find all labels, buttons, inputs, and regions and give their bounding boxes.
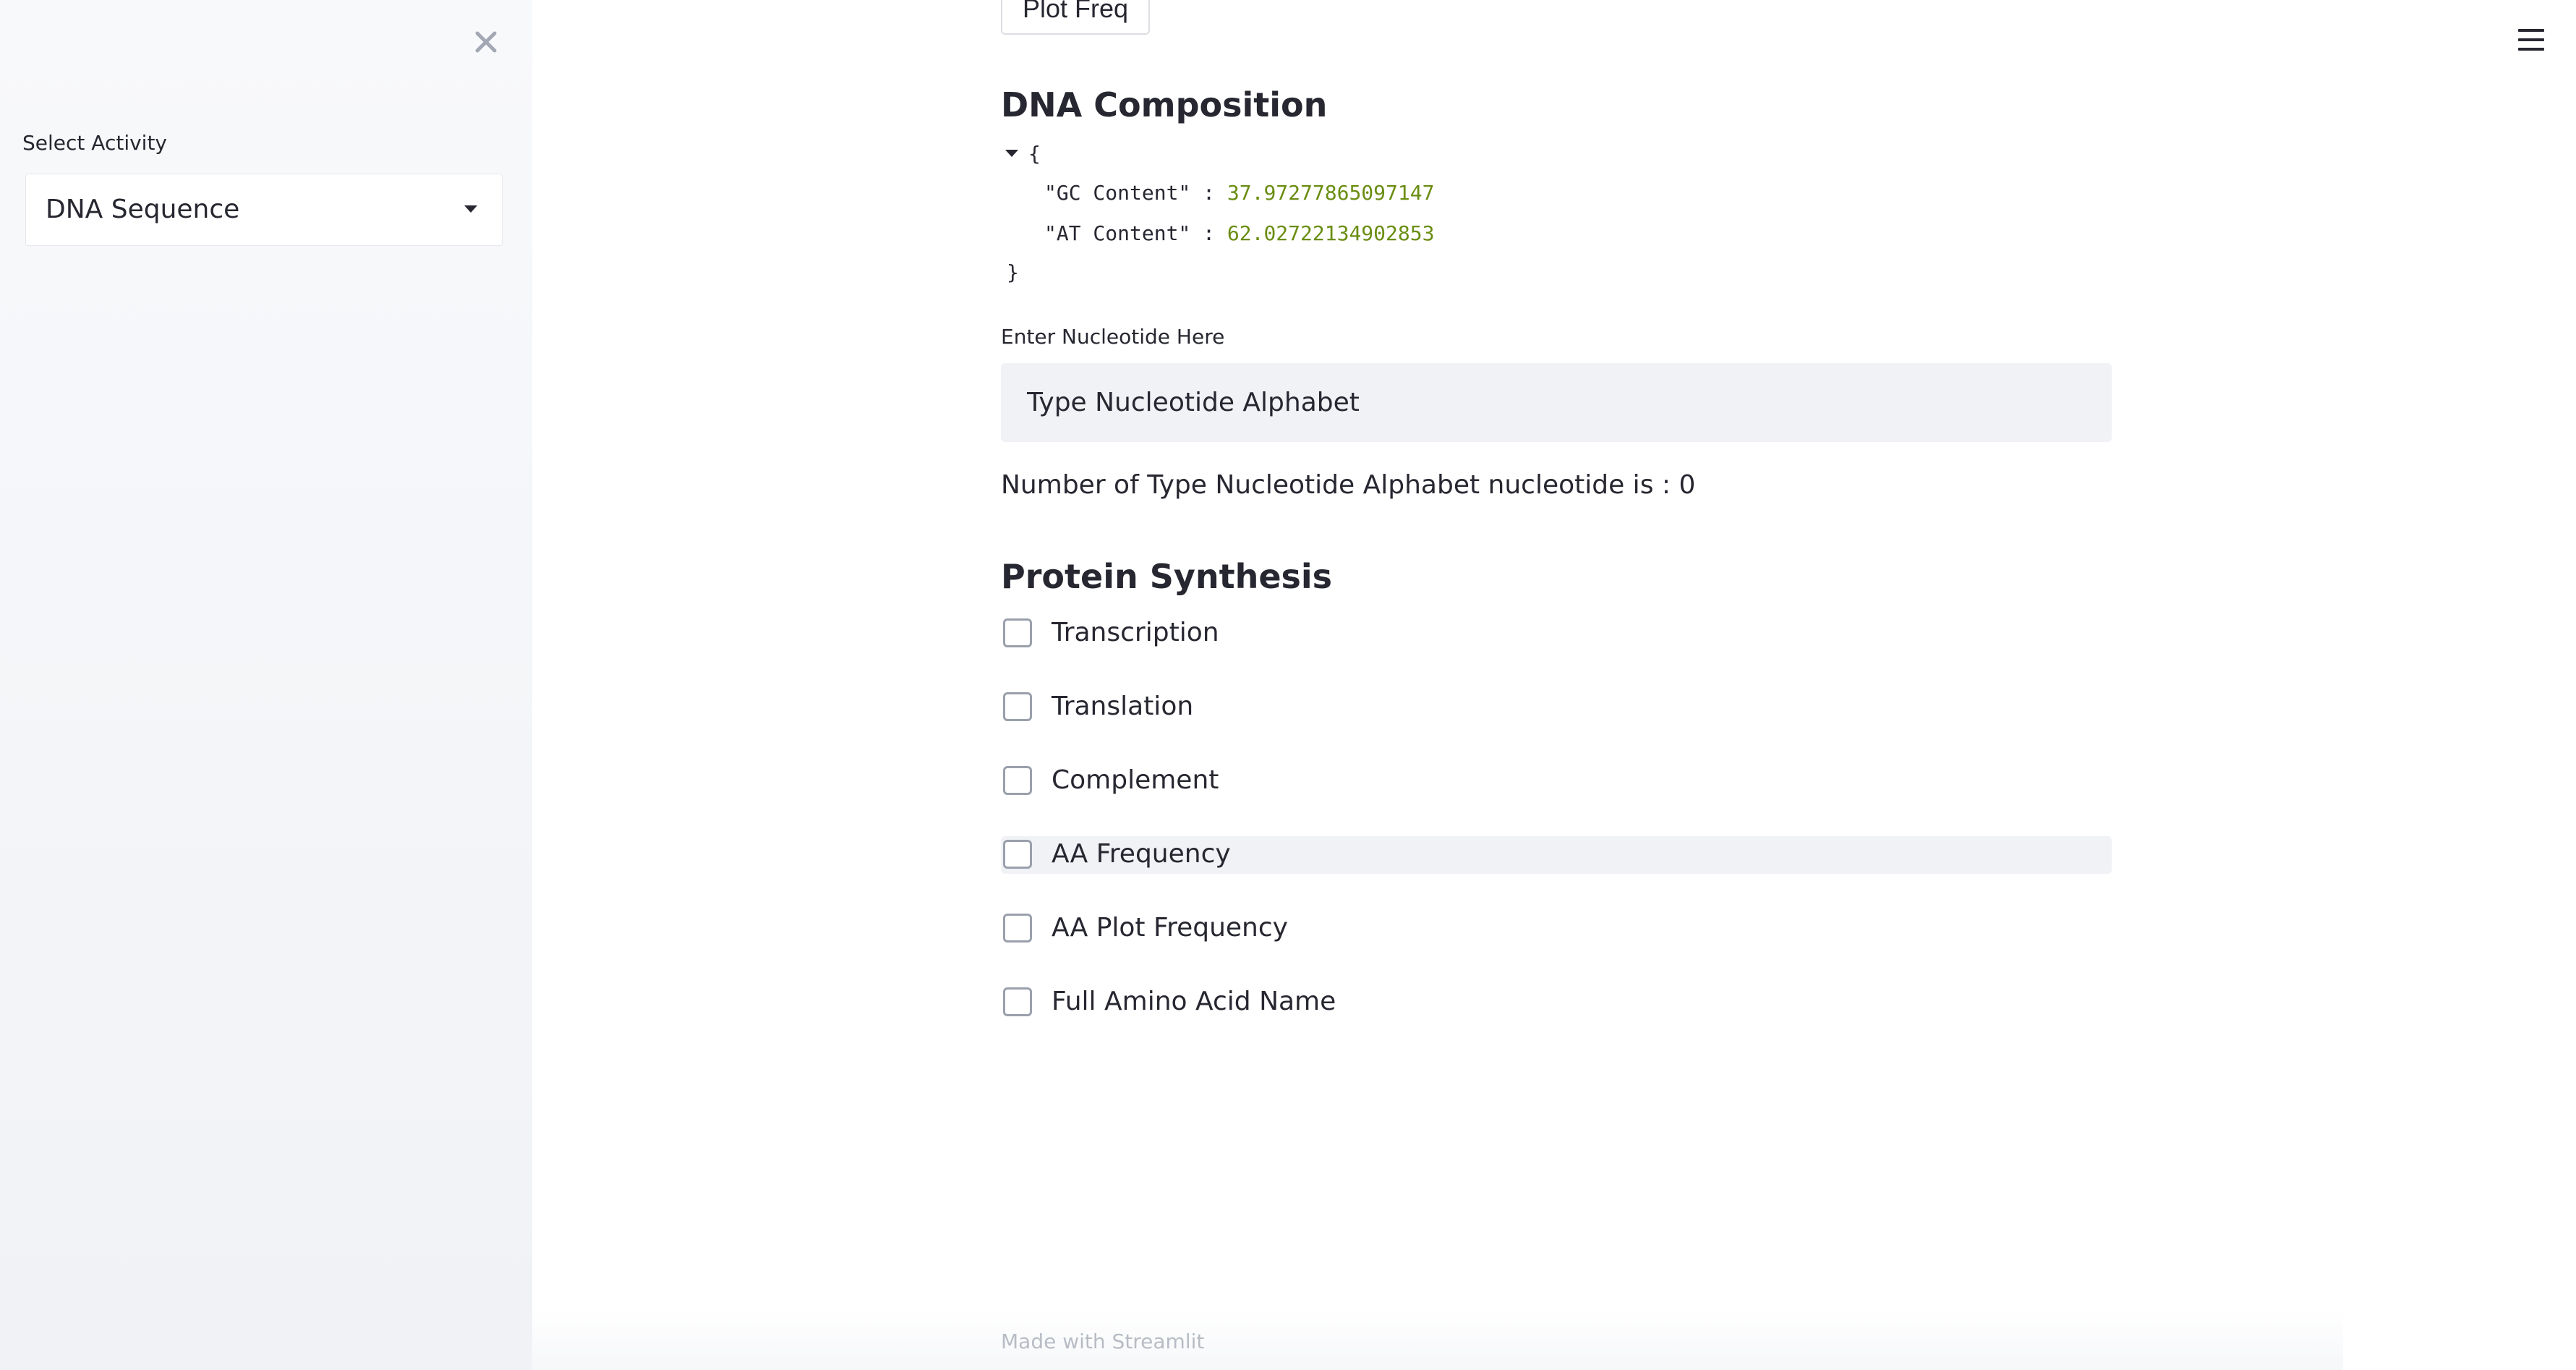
checkbox-box[interactable] xyxy=(1003,618,1032,647)
checkbox-aa-plot-frequency[interactable]: AA Plot Frequency xyxy=(1001,910,2112,948)
footer-shadow xyxy=(246,1309,2343,1370)
json-row-gc: "GC Content" : 37.97277865097147 xyxy=(1044,181,1434,205)
checkbox-label: Complement xyxy=(1052,765,1219,795)
checkbox-label: AA Plot Frequency xyxy=(1052,913,1288,943)
made-with-streamlit-link[interactable]: Made with Streamlit xyxy=(1001,1329,1204,1353)
json-value: 37.97277865097147 xyxy=(1227,181,1435,205)
plot-freq-button[interactable]: Plot Freq xyxy=(1001,0,1151,35)
json-open-brace: { xyxy=(1028,142,1041,166)
checkbox-box[interactable] xyxy=(1003,766,1032,795)
nucleotide-count-text: Number of Type Nucleotide Alphabet nucle… xyxy=(1001,470,1696,500)
checkbox-translation[interactable]: Translation xyxy=(1001,689,2112,726)
json-key: "AT Content" xyxy=(1044,221,1191,245)
checkbox-transcription[interactable]: Transcription xyxy=(1001,615,2112,652)
app-page: Select Activity DNA Sequence Plot Freq D… xyxy=(0,0,2576,1370)
select-activity-label: Select Activity xyxy=(22,131,167,155)
checkbox-label: Translation xyxy=(1052,692,1194,721)
checkbox-complement[interactable]: Complement xyxy=(1001,762,2112,800)
checkbox-box[interactable] xyxy=(1003,987,1032,1016)
hamburger-menu-icon[interactable] xyxy=(2518,29,2544,51)
protein-synthesis-heading: Protein Synthesis xyxy=(1001,557,1333,596)
checkbox-box[interactable] xyxy=(1003,692,1032,721)
nucleotide-input[interactable] xyxy=(1001,363,2112,442)
json-value: 62.02722134902853 xyxy=(1227,221,1435,245)
checkbox-box[interactable] xyxy=(1003,840,1032,869)
json-close-brace: } xyxy=(1007,260,1019,284)
checkbox-label: Full Amino Acid Name xyxy=(1052,987,1336,1016)
json-separator: : xyxy=(1190,181,1227,205)
close-icon[interactable] xyxy=(470,26,502,58)
checkbox-label: Transcription xyxy=(1052,618,1219,647)
main-content: Plot Freq DNA Composition { "GC Content"… xyxy=(1001,0,2112,1370)
activity-select[interactable]: DNA Sequence xyxy=(25,174,503,246)
activity-select-value: DNA Sequence xyxy=(46,195,240,224)
checkbox-full-amino-acid-name[interactable]: Full Amino Acid Name xyxy=(1001,984,2112,1021)
checkbox-aa-frequency[interactable]: AA Frequency xyxy=(1001,836,2112,874)
triangle-down-icon[interactable] xyxy=(1005,150,1018,157)
nucleotide-input-label: Enter Nucleotide Here xyxy=(1001,325,1225,349)
checkbox-box[interactable] xyxy=(1003,914,1032,943)
json-key: "GC Content" xyxy=(1044,181,1191,205)
caret-down-icon xyxy=(464,205,477,213)
dna-composition-heading: DNA Composition xyxy=(1001,85,1328,124)
json-row-at: "AT Content" : 62.02722134902853 xyxy=(1044,221,1434,245)
sidebar: Select Activity DNA Sequence xyxy=(0,0,532,1370)
checkbox-label: AA Frequency xyxy=(1052,839,1231,869)
json-separator: : xyxy=(1190,221,1227,245)
